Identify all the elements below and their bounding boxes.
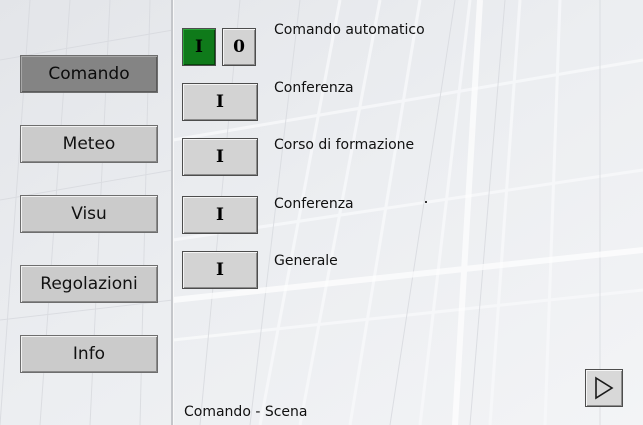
scene-conferenza-button[interactable]: I bbox=[182, 83, 258, 121]
scene-label-conferenza: Conferenza bbox=[274, 80, 354, 96]
scene-conferenza-2-button[interactable]: I bbox=[182, 196, 258, 234]
scene-label-comando-automatico: Comando automatico bbox=[274, 22, 425, 38]
nav-button-comando[interactable]: Comando bbox=[20, 55, 158, 93]
scene-label-generale: Generale bbox=[274, 253, 338, 269]
nav-label: Visu bbox=[71, 204, 107, 224]
off-label: 0 bbox=[233, 37, 245, 57]
scene-button-label: I bbox=[216, 260, 224, 280]
scene-auto-off-button[interactable]: 0 bbox=[222, 28, 256, 66]
nav-button-info[interactable]: Info bbox=[20, 335, 158, 373]
app-screen: Comando Meteo Visu Regolazioni Info I 0 … bbox=[0, 0, 643, 425]
panel-divider bbox=[171, 0, 174, 425]
scene-auto-on-button[interactable]: I bbox=[182, 28, 216, 66]
nav-button-visu[interactable]: Visu bbox=[20, 195, 158, 233]
on-label: I bbox=[195, 37, 203, 57]
nav-label: Regolazioni bbox=[40, 274, 138, 294]
stray-dot bbox=[425, 201, 427, 203]
nav-label: Meteo bbox=[62, 134, 116, 154]
play-triangle-icon bbox=[595, 376, 614, 400]
page-title: Comando - Scena bbox=[184, 404, 308, 420]
nav-button-meteo[interactable]: Meteo bbox=[20, 125, 158, 163]
next-page-button[interactable] bbox=[585, 369, 623, 407]
nav-label: Info bbox=[72, 344, 106, 364]
scene-button-label: I bbox=[216, 147, 224, 167]
nav-label: Comando bbox=[48, 64, 130, 84]
scene-button-label: I bbox=[216, 205, 224, 225]
scene-label-conferenza-2: Conferenza bbox=[274, 196, 354, 212]
nav-button-regolazioni[interactable]: Regolazioni bbox=[20, 265, 158, 303]
scene-corso-formazione-button[interactable]: I bbox=[182, 138, 258, 176]
scene-generale-button[interactable]: I bbox=[182, 251, 258, 289]
scene-button-label: I bbox=[216, 92, 224, 112]
scene-label-corso-formazione: Corso di formazione bbox=[274, 137, 415, 153]
